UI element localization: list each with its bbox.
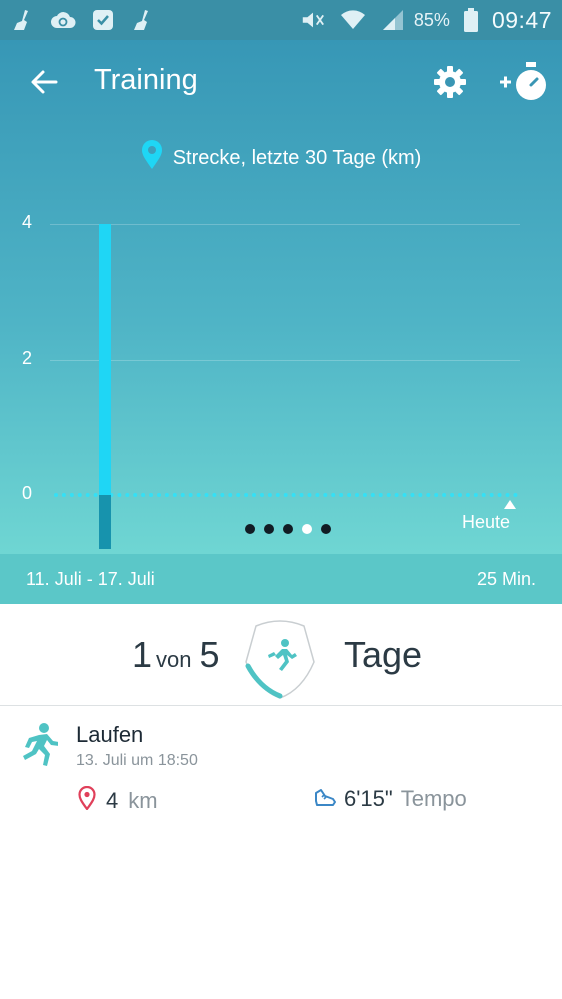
wifi-icon [340,7,366,33]
activity-name: Laufen [76,722,144,747]
days-unit: Tage [344,634,423,675]
week-duration: 25 Min. [476,568,536,589]
gridline [50,224,520,225]
activity-list-item[interactable]: Laufen 13. Juli um 18:50 4 km 6'15" Temp… [0,706,562,826]
page-dot[interactable] [302,524,312,534]
training-chart-panel: Training Strecke, letzte 30 Tage (km) 4 … [0,40,562,554]
days-count: 1 von 5 [132,634,220,676]
distance-bar[interactable] [99,224,111,495]
shoe-icon [314,786,336,812]
mute-icon [300,7,326,33]
clock: 09:47 [491,6,552,33]
week-summary-bar[interactable]: 11. Juli - 17. Juli 25 Min. [0,554,562,604]
von-label: von [156,647,192,672]
page-dot[interactable] [283,524,293,534]
run-goal-badge-icon [242,618,318,700]
y-tick-label: 4 [22,212,33,232]
notification-icons [10,7,156,33]
y-tick-label: 2 [22,348,33,368]
runner-icon [16,722,59,766]
today-marker [504,500,516,509]
cloud-sync-icon [50,7,76,33]
battery-icon [463,7,478,33]
activity-datetime: 13. Juli um 18:50 [76,752,198,769]
gridline [50,360,520,361]
system-status: 85% 09:47 [300,7,552,34]
distance-bar-chart: 4 2 0 Heute [0,40,562,554]
week-range: 11. Juli - 17. Juli [26,568,155,589]
pace-value: 6'15" [344,786,393,811]
pace-unit: Tempo [400,786,467,811]
days-achieved: 1 [132,634,153,675]
distance-unit: km [128,788,158,813]
signal-icon [380,7,406,33]
checkbox-icon [90,7,116,33]
y-tick-label: 0 [22,483,33,503]
days-goal: 5 [199,634,220,675]
page-dot[interactable] [245,524,255,534]
broom-icon [10,7,36,33]
page-dot[interactable] [321,524,331,534]
days-goal-summary: 1 von 5 Tage [0,604,562,706]
status-bar: 85% 09:47 [0,0,562,40]
distance-bar-base [99,495,111,550]
activity-distance: 4 km [78,785,158,816]
zero-baseline [54,493,518,497]
activity-pace: 6'15" Tempo [314,786,467,812]
distance-value: 4 [106,788,119,813]
page-dot[interactable] [264,524,274,534]
battery-percent: 85% [413,9,450,30]
location-pin-icon [78,785,96,816]
broom-icon-2 [130,7,156,33]
page-indicator[interactable] [0,524,562,534]
